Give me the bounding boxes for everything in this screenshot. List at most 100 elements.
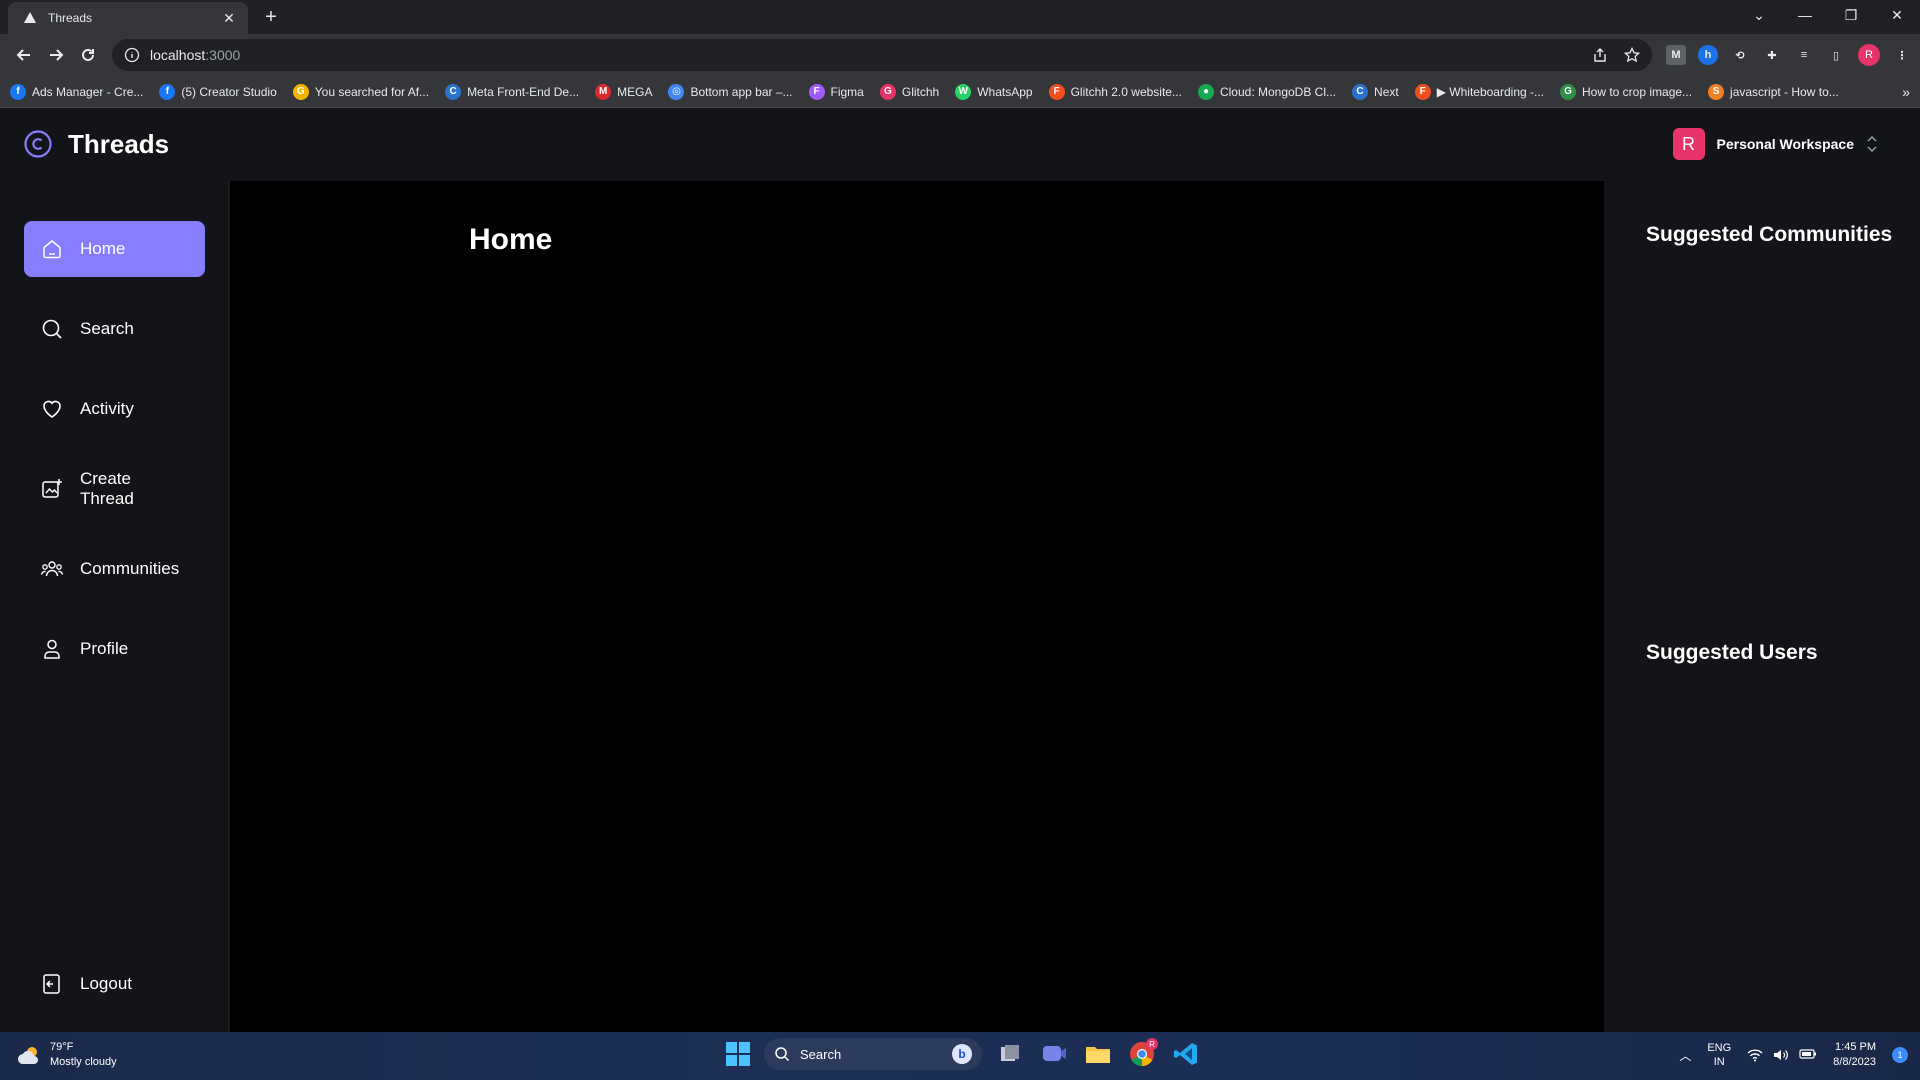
- chrome-taskbar-button[interactable]: R: [1126, 1038, 1158, 1070]
- puzzle-icon[interactable]: ✚: [1762, 45, 1782, 65]
- bookmark-item[interactable]: F ▶ Whiteboarding -...: [1414, 83, 1544, 100]
- bookmark-item[interactable]: ● Cloud: MongoDB Cl...: [1197, 83, 1336, 100]
- right-sidebar: Suggested Communities Suggested Users: [1604, 180, 1920, 1032]
- weather-widget[interactable]: 79°F Mostly cloudy: [16, 1040, 117, 1070]
- suggested-users-heading: Suggested Users: [1646, 641, 1818, 664]
- date: 8/8/2023: [1833, 1056, 1876, 1068]
- whatsapp-icon: W: [955, 83, 972, 100]
- forward-button[interactable]: [40, 39, 72, 71]
- reader-extension-icon[interactable]: ⟲: [1730, 45, 1750, 65]
- system-tray: ︿ ENG IN 1:45 PM 8/8/2023 1: [1679, 1040, 1908, 1070]
- task-view-button[interactable]: [994, 1038, 1026, 1070]
- bookmark-label: Meta Front-End De...: [467, 84, 580, 99]
- page-title: Home: [469, 223, 553, 256]
- logout-label: Logout: [80, 974, 132, 993]
- bookmark-item[interactable]: C Meta Front-End De...: [445, 83, 580, 100]
- sidebar-item-label: Search: [80, 319, 134, 338]
- sidebar-item-profile[interactable]: Profile: [24, 621, 205, 677]
- restore-icon[interactable]: ❐: [1828, 0, 1874, 30]
- sidebar-item-label: Create Thread: [79, 469, 134, 508]
- bookmark-item[interactable]: ◎ Bottom app bar –...: [668, 83, 793, 100]
- logout-button[interactable]: Logout: [24, 956, 205, 1012]
- main-content: Home: [230, 181, 1604, 1032]
- new-tab-button[interactable]: +: [258, 4, 284, 30]
- bookmark-label: ▶ Whiteboarding -...: [1436, 84, 1544, 99]
- task-view-icon: [1001, 1045, 1019, 1061]
- chevron-up-icon[interactable]: ︿: [1679, 1047, 1691, 1064]
- bookmarks-bar: f Ads Manager - Cre... f (5) Creator Studio…: [0, 76, 1920, 108]
- clock[interactable]: 1:45 PM 8/8/2023: [1833, 1040, 1876, 1070]
- facebook-icon: f: [159, 83, 176, 100]
- bookmark-label: WhatsApp: [977, 84, 1033, 99]
- tab-search-icon[interactable]: ⌄: [1736, 0, 1782, 30]
- taskbar-search[interactable]: Search b: [764, 1038, 982, 1070]
- wifi-icon: [1747, 1049, 1763, 1062]
- bookmark-label: Bottom app bar –...: [690, 84, 793, 99]
- sidebar-item-home[interactable]: Home: [24, 221, 205, 277]
- teams-chat-button[interactable]: [1038, 1038, 1070, 1070]
- bookmark-item[interactable]: G Glitchh: [879, 83, 940, 100]
- more-menu-icon[interactable]: ⋮: [1892, 45, 1912, 65]
- windows-taskbar: 79°F Mostly cloudy Search b R ︿ ENG IN 1…: [0, 1032, 1920, 1080]
- bookmark-label: javascript - How to...: [1730, 84, 1839, 99]
- bookmark-label: Glitchh: [901, 84, 940, 99]
- reload-icon: [82, 48, 94, 61]
- more-bookmarks-icon[interactable]: »: [1902, 84, 1910, 100]
- app-logo-link[interactable]: Threads: [24, 129, 169, 160]
- browser-tab[interactable]: Threads ✕: [8, 2, 248, 34]
- sidebar-item-create-thread[interactable]: Create Thread: [24, 461, 205, 517]
- taskbar-search-label: Search: [800, 1046, 842, 1062]
- media-icon[interactable]: ≡: [1794, 45, 1814, 65]
- bing-icon[interactable]: b: [952, 1044, 972, 1064]
- vscode-taskbar-button[interactable]: [1170, 1038, 1202, 1070]
- facebook-icon: f: [10, 83, 26, 100]
- sidebar-item-label: Home: [80, 239, 126, 258]
- bookmark-item[interactable]: f (5) Creator Studio: [159, 83, 277, 100]
- bookmark-item[interactable]: C Next: [1352, 83, 1399, 100]
- sidebar-item-communities[interactable]: Communities: [24, 541, 205, 597]
- bookmark-item[interactable]: Sjavascript - How to...: [1708, 83, 1839, 100]
- glitch-icon: G: [879, 83, 896, 100]
- star-icon[interactable]: [1624, 47, 1640, 63]
- quick-settings[interactable]: [1747, 1048, 1817, 1062]
- back-button[interactable]: [8, 39, 40, 71]
- workspace-switcher[interactable]: R Personal Workspace: [1672, 128, 1878, 160]
- notification-badge[interactable]: 1: [1892, 1047, 1908, 1063]
- minimize-icon[interactable]: —: [1782, 0, 1828, 30]
- coursera-icon: C: [1352, 83, 1369, 100]
- stackoverflow-icon: S: [1708, 83, 1725, 100]
- address-bar[interactable]: localhost:3000: [112, 39, 1652, 71]
- user-icon: [44, 639, 60, 659]
- figma-icon: F: [1414, 83, 1431, 100]
- create-thread-icon: [42, 479, 62, 498]
- bookmark-item[interactable]: W WhatsApp: [955, 83, 1033, 100]
- bookmark-item[interactable]: G How to crop image...: [1560, 83, 1692, 100]
- file-explorer-button[interactable]: [1082, 1038, 1114, 1070]
- battery-icon: [1799, 1049, 1817, 1059]
- vscode-icon: [1174, 1043, 1197, 1065]
- share-icon[interactable]: [1592, 47, 1608, 63]
- bookmark-item[interactable]: G You searched for Af...: [292, 83, 429, 100]
- bookmark-item[interactable]: M MEGA: [595, 83, 652, 100]
- extensions-row: M h ⟲ ✚ ≡ ▯ R ⋮: [1666, 44, 1912, 66]
- reload-button[interactable]: [72, 39, 104, 71]
- windows-start-icon[interactable]: [724, 1040, 752, 1068]
- close-window-icon[interactable]: ✕: [1874, 0, 1920, 30]
- info-icon[interactable]: [124, 47, 140, 63]
- side-panel-icon[interactable]: ▯: [1826, 45, 1846, 65]
- sidebar-item-activity[interactable]: Activity: [24, 381, 205, 437]
- taskbar-center: Search b R: [724, 1038, 1202, 1070]
- sidebar-item-label: Communities: [80, 559, 180, 578]
- browser-profile-avatar[interactable]: R: [1858, 44, 1880, 66]
- browser-toolbar: localhost:3000 M h ⟲ ✚ ≡ ▯ R ⋮: [0, 34, 1920, 76]
- sidebar-item-label: Activity: [80, 399, 134, 418]
- bookmark-item[interactable]: F Figma: [808, 83, 864, 100]
- language-indicator[interactable]: ENG IN: [1707, 1041, 1731, 1069]
- sidebar-item-search[interactable]: Search: [24, 301, 205, 357]
- gmail-extension-icon[interactable]: M: [1666, 45, 1686, 65]
- bookmark-item[interactable]: f Ads Manager - Cre...: [10, 83, 143, 100]
- communities-icon: [40, 561, 64, 577]
- close-tab-icon[interactable]: ✕: [220, 10, 238, 27]
- bookmark-item[interactable]: F Glitchh 2.0 website...: [1048, 83, 1182, 100]
- blue-extension-icon[interactable]: h: [1698, 45, 1718, 65]
